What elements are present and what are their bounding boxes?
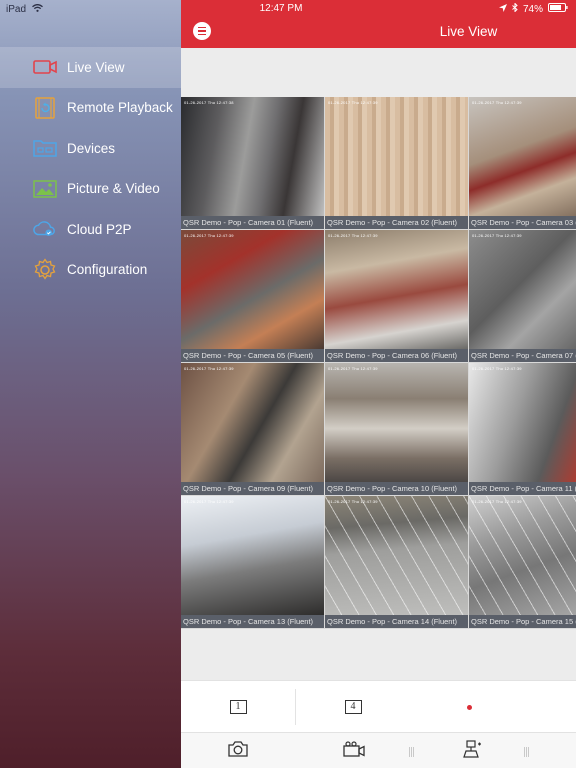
split-4-label: 4	[344, 700, 362, 714]
camera-tile[interactable]: 01-26-2017 Thu 12:47:39 QSR Demo - Pop -…	[181, 363, 324, 495]
sidebar-item-devices[interactable]: Devices	[0, 128, 181, 169]
wifi-icon	[32, 3, 43, 15]
page-indicator-dot	[467, 705, 472, 710]
camera-tile[interactable]: 01-26-2017 Thu 12:47:39 QSR Demo - Pop -…	[325, 363, 468, 495]
camera-caption: QSR Demo - Pop - Camera 07 (Fluent)	[469, 349, 576, 362]
camera-timestamp: 01-26-2017 Thu 12:47:39	[184, 233, 234, 238]
camera-caption: QSR Demo - Pop - Camera 01 (Fluent)	[181, 216, 324, 229]
camera-caption: QSR Demo - Pop - Camera 15 (Fluent)	[469, 615, 576, 628]
split-4-button[interactable]: 4	[326, 681, 380, 733]
toolbar-separator	[524, 747, 530, 757]
camera-video	[325, 496, 468, 615]
camera-video	[181, 496, 324, 615]
camera-video	[181, 230, 324, 349]
camera-timestamp: 01-26-2017 Thu 12:47:39	[184, 366, 234, 371]
camera-timestamp: 01-26-2017 Thu 12:47:39	[328, 100, 378, 105]
gear-icon	[33, 258, 57, 281]
sidebar-item-label: Picture & Video	[67, 181, 160, 197]
capture-button[interactable]	[221, 733, 255, 768]
status-bar-left: iPad	[0, 0, 181, 18]
camera-timestamp: 01-26-2017 Thu 12:47:39	[328, 499, 378, 504]
camera-video	[469, 496, 576, 615]
sidebar-item-live-view[interactable]: Live View	[0, 47, 181, 88]
camera-caption: QSR Demo - Pop - Camera 02 (Fluent)	[325, 216, 468, 229]
camera-icon	[228, 740, 248, 762]
ptz-control-button[interactable]	[455, 733, 489, 768]
camera-tile[interactable]: 01-26-2017 Thu 12:47:39 QSR Demo - Pop -…	[469, 230, 576, 362]
sidebar-menu: Live View Remote Playback Devices Pictur…	[0, 47, 181, 290]
record-button[interactable]	[337, 733, 371, 768]
camera-tile[interactable]: 01-26-2017 Thu 12:47:39 QSR Demo - Pop -…	[181, 230, 324, 362]
camera-video	[325, 97, 468, 216]
status-bar-right: 74%	[498, 0, 568, 18]
device-name: iPad	[6, 3, 27, 15]
picture-icon	[33, 178, 57, 200]
camera-tile[interactable]: 01-26-2017 Thu 12:47:39 QSR Demo - Pop -…	[325, 230, 468, 362]
sidebar-item-label: Configuration	[67, 262, 148, 278]
split-1-label: 1	[229, 700, 247, 714]
video-record-icon	[343, 740, 365, 762]
camera-video	[181, 363, 324, 482]
camera-caption: QSR Demo - Pop - Camera 09 (Fluent)	[181, 482, 324, 495]
camera-video	[325, 363, 468, 482]
camera-timestamp: 01-26-2017 Thu 12:47:39	[328, 233, 378, 238]
camera-timestamp: 01-26-2017 Thu 12:47:38	[184, 100, 234, 105]
status-time: 12:47 PM	[259, 3, 303, 14]
camera-video	[469, 363, 576, 482]
camera-video	[325, 230, 468, 349]
video-camera-icon	[33, 56, 57, 78]
film-playback-icon	[33, 97, 57, 119]
camera-tile[interactable]: 01-26-2017 Thu 12:47:39 QSR Demo - Pop -…	[181, 496, 324, 628]
sidebar-item-label: Cloud P2P	[67, 221, 132, 237]
toolbar-divider	[295, 689, 296, 725]
location-icon	[498, 3, 507, 15]
camera-tile[interactable]: 01-26-2017 Thu 12:47:39 QSR Demo - Pop -…	[325, 496, 468, 628]
camera-video	[469, 230, 576, 349]
split-toolbar: 1 4	[181, 680, 576, 732]
sidebar-item-configuration[interactable]: Configuration	[0, 250, 181, 291]
battery-icon	[548, 3, 568, 15]
live-view-grid: 01-26-2017 Thu 12:47:38 QSR Demo - Pop -…	[181, 97, 576, 629]
sidebar-item-picture-video[interactable]: Picture & Video	[0, 169, 181, 210]
camera-timestamp: 01-26-2017 Thu 12:47:39	[184, 499, 234, 504]
camera-caption: QSR Demo - Pop - Camera 13 (Fluent)	[181, 615, 324, 628]
toolbar-separator	[409, 747, 415, 757]
ptz-icon	[462, 739, 482, 763]
bluetooth-icon	[512, 2, 518, 15]
split-1-button[interactable]: 1	[211, 681, 265, 733]
camera-timestamp: 01-26-2017 Thu 12:47:39	[472, 499, 522, 504]
cloud-icon	[33, 218, 57, 240]
sidebar: Live View Remote Playback Devices Pictur…	[0, 0, 181, 768]
camera-tile[interactable]: 01-26-2017 Thu 12:47:39 QSR Demo - Pop -…	[469, 363, 576, 495]
sidebar-item-label: Remote Playback	[67, 100, 173, 116]
camera-tile[interactable]: 01-26-2017 Thu 12:47:39 QSR Demo - Pop -…	[469, 496, 576, 628]
battery-percent: 74%	[522, 3, 543, 15]
camera-caption: QSR Demo - Pop - Camera 10 (Fluent)	[325, 482, 468, 495]
sidebar-item-remote-playback[interactable]: Remote Playback	[0, 88, 181, 129]
camera-timestamp: 01-26-2017 Thu 12:47:39	[472, 366, 522, 371]
camera-caption: QSR Demo - Pop - Camera 06 (Fluent)	[325, 349, 468, 362]
folder-devices-icon	[33, 137, 57, 159]
camera-caption: QSR Demo - Pop - Camera 14 (Fluent)	[325, 615, 468, 628]
sidebar-item-cloud-p2p[interactable]: Cloud P2P	[0, 209, 181, 250]
camera-caption: QSR Demo - Pop - Camera 11 (Fluent)	[469, 482, 576, 495]
camera-video	[469, 97, 576, 216]
camera-tile[interactable]: 01-26-2017 Thu 12:47:38 QSR Demo - Pop -…	[181, 97, 324, 229]
camera-timestamp: 01-26-2017 Thu 12:47:39	[472, 100, 522, 105]
camera-tile[interactable]: 01-26-2017 Thu 12:47:39 QSR Demo - Pop -…	[325, 97, 468, 229]
sidebar-item-label: Live View	[67, 59, 125, 75]
camera-tile[interactable]: 01-26-2017 Thu 12:47:39 QSR Demo - Pop -…	[469, 97, 576, 229]
action-toolbar	[181, 732, 576, 768]
camera-caption: QSR Demo - Pop - Camera 03 (Fluent)	[469, 216, 576, 229]
sidebar-item-label: Devices	[67, 140, 116, 156]
camera-timestamp: 01-26-2017 Thu 12:47:39	[328, 366, 378, 371]
page-title: Live View	[439, 24, 498, 39]
camera-timestamp: 01-26-2017 Thu 12:47:39	[472, 233, 522, 238]
camera-caption: QSR Demo - Pop - Camera 05 (Fluent)	[181, 349, 324, 362]
camera-video	[181, 97, 324, 216]
